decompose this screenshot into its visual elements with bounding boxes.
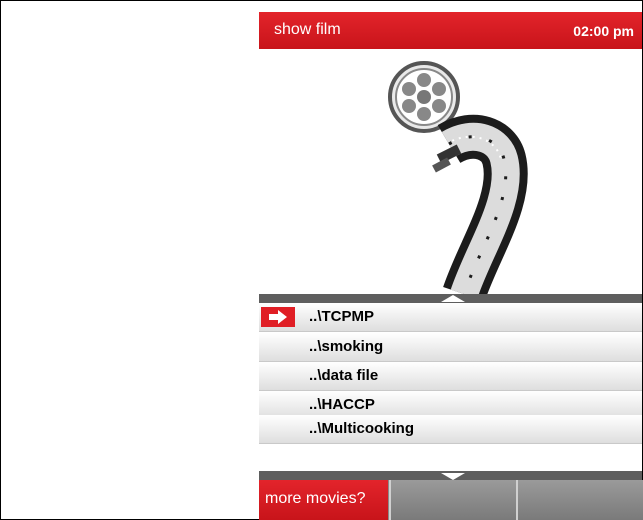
list-item[interactable]: ..\data file: [259, 362, 642, 391]
scroll-down-bar[interactable]: [259, 471, 642, 480]
triangle-up-icon: [441, 295, 465, 302]
list-item-label: ..\HACCP: [309, 396, 375, 413]
list-item[interactable]: ..\smoking: [259, 333, 642, 362]
list-item-label: ..\smoking: [309, 338, 384, 355]
more-movies-button[interactable]: more movies?: [259, 480, 388, 520]
triangle-down-icon: [441, 473, 465, 480]
list-item-label: ..\TCPMP: [309, 308, 375, 325]
list-item[interactable]: ..\TCPMP: [259, 303, 642, 332]
list-item-label: ..\data file: [309, 367, 379, 384]
page-title: show film: [274, 21, 341, 38]
list-item[interactable]: ..\Multicooking: [259, 415, 642, 444]
file-list: ..\TCPMP ..\smoking ..\data file ..\HACC…: [259, 303, 642, 471]
more-movies-label: more movies?: [265, 490, 366, 507]
film-artwork: [259, 49, 642, 302]
clock: 02:00 pm: [573, 23, 634, 39]
footer-button-3[interactable]: [516, 480, 643, 520]
footer-button-2[interactable]: [389, 480, 517, 520]
list-item-label: ..\Multicooking: [309, 420, 414, 437]
right-arrow-icon: [261, 307, 295, 327]
footer-bar: more movies?: [259, 480, 643, 520]
film-reel-icon: [388, 61, 528, 302]
film-panel: show film 02:00 pm ..\TCPMP ..\smoking .…: [259, 12, 643, 520]
scroll-up-bar[interactable]: [259, 294, 642, 303]
title-bar: show film 02:00 pm: [259, 12, 642, 49]
